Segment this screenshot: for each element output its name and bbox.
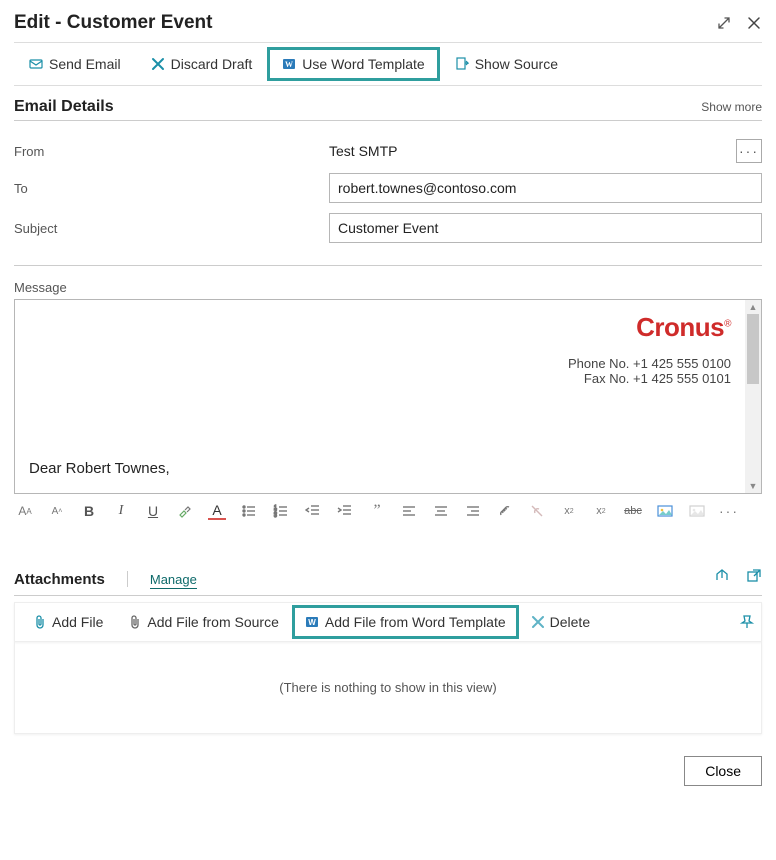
delete-button[interactable]: Delete	[519, 605, 603, 639]
delete-icon	[532, 616, 544, 628]
attach-icon	[34, 615, 46, 629]
contact-block: Phone No. +1 425 555 0100 Fax No. +1 425…	[568, 356, 731, 386]
discard-draft-label: Discard Draft	[171, 56, 253, 72]
empty-text: (There is nothing to show in this view)	[279, 680, 496, 695]
delete-label: Delete	[550, 614, 590, 630]
fax-line: Fax No. +1 425 555 0101	[568, 371, 731, 386]
link-button[interactable]	[496, 502, 514, 520]
send-email-button[interactable]: Send Email	[14, 47, 136, 81]
align-right-button[interactable]	[464, 502, 482, 520]
word-template-icon: W	[305, 615, 319, 629]
close-button[interactable]: Close	[684, 756, 762, 786]
show-more-link[interactable]: Show more	[701, 100, 762, 114]
divider	[127, 571, 128, 587]
strikethrough-button[interactable]: abc	[624, 502, 642, 520]
font-size-decrease-icon[interactable]: A˄	[48, 502, 66, 520]
show-source-label: Show Source	[475, 56, 558, 72]
from-value: Test SMTP	[329, 143, 397, 159]
add-file-from-source-button[interactable]: Add File from Source	[116, 605, 292, 639]
divider	[14, 265, 762, 266]
insert-image-button[interactable]	[656, 502, 674, 520]
svg-text:W: W	[285, 60, 293, 69]
show-source-button[interactable]: Show Source	[440, 47, 573, 81]
action-toolbar: Send Email Discard Draft W Use Word Temp…	[14, 42, 762, 86]
subject-input[interactable]	[329, 213, 762, 243]
from-more-button[interactable]: ···	[736, 139, 762, 163]
bold-button[interactable]: B	[80, 502, 98, 520]
to-input[interactable]	[329, 173, 762, 203]
subscript-button[interactable]: x2	[592, 502, 610, 520]
svg-text:W: W	[308, 618, 316, 627]
message-label: Message	[14, 280, 762, 295]
attachments-title: Attachments	[14, 571, 105, 588]
show-source-icon	[455, 57, 469, 71]
more-options-button[interactable]: ···	[720, 502, 738, 520]
scroll-up-icon[interactable]: ▲	[747, 300, 759, 314]
greeting-text: Dear Robert Townes,	[29, 460, 170, 477]
share-icon[interactable]	[714, 568, 730, 584]
add-file-button[interactable]: Add File	[21, 605, 116, 639]
page-title: Edit - Customer Event	[14, 12, 212, 34]
phone-line: Phone No. +1 425 555 0100	[568, 356, 731, 371]
section-title: Email Details	[14, 98, 114, 116]
insert-image-disabled-icon[interactable]	[688, 502, 706, 520]
manage-link[interactable]: Manage	[150, 572, 197, 589]
use-word-template-label: Use Word Template	[302, 56, 424, 72]
pin-icon[interactable]	[739, 614, 755, 630]
bullet-list-button[interactable]	[240, 502, 258, 520]
attachments-empty: (There is nothing to show in this view)	[14, 642, 762, 734]
brand-logo: Cronus®	[636, 312, 731, 343]
underline-button[interactable]: U	[144, 502, 162, 520]
superscript-button[interactable]: x2	[560, 502, 578, 520]
use-word-template-button[interactable]: W Use Word Template	[267, 47, 439, 81]
discard-icon	[151, 57, 165, 71]
attachments-toolbar: Add File Add File from Source W Add File…	[14, 602, 762, 642]
message-editor[interactable]: Cronus® Phone No. +1 425 555 0100 Fax No…	[14, 299, 762, 494]
font-size-increase-icon[interactable]: AA	[16, 502, 34, 520]
popout-icon[interactable]	[746, 568, 762, 584]
discard-draft-button[interactable]: Discard Draft	[136, 47, 268, 81]
rte-toolbar: AA A˄ B I U A 123 ”	[14, 494, 762, 528]
close-icon[interactable]	[746, 15, 762, 31]
send-email-icon	[29, 57, 43, 71]
highlight-button[interactable]	[176, 502, 194, 520]
send-email-label: Send Email	[49, 56, 121, 72]
align-left-button[interactable]	[400, 502, 418, 520]
message-scrollbar[interactable]: ▲ ▼	[745, 300, 761, 493]
add-file-label: Add File	[52, 614, 103, 630]
font-color-button[interactable]: A	[208, 502, 226, 520]
from-label: From	[14, 144, 329, 159]
italic-button[interactable]: I	[112, 502, 130, 520]
scroll-down-icon[interactable]: ▼	[747, 479, 759, 493]
scroll-thumb[interactable]	[747, 314, 759, 384]
svg-text:3: 3	[274, 513, 277, 519]
outdent-button[interactable]	[304, 502, 322, 520]
to-label: To	[14, 181, 329, 196]
add-file-word-template-button[interactable]: W Add File from Word Template	[292, 605, 519, 639]
quote-button[interactable]: ”	[368, 502, 386, 520]
expand-icon[interactable]	[716, 15, 732, 31]
add-file-from-source-label: Add File from Source	[147, 614, 279, 630]
number-list-button[interactable]: 123	[272, 502, 290, 520]
unlink-button[interactable]	[528, 502, 546, 520]
indent-button[interactable]	[336, 502, 354, 520]
word-template-icon: W	[282, 57, 296, 71]
add-file-word-template-label: Add File from Word Template	[325, 614, 506, 630]
attach-icon	[129, 615, 141, 629]
subject-label: Subject	[14, 221, 329, 236]
align-center-button[interactable]	[432, 502, 450, 520]
